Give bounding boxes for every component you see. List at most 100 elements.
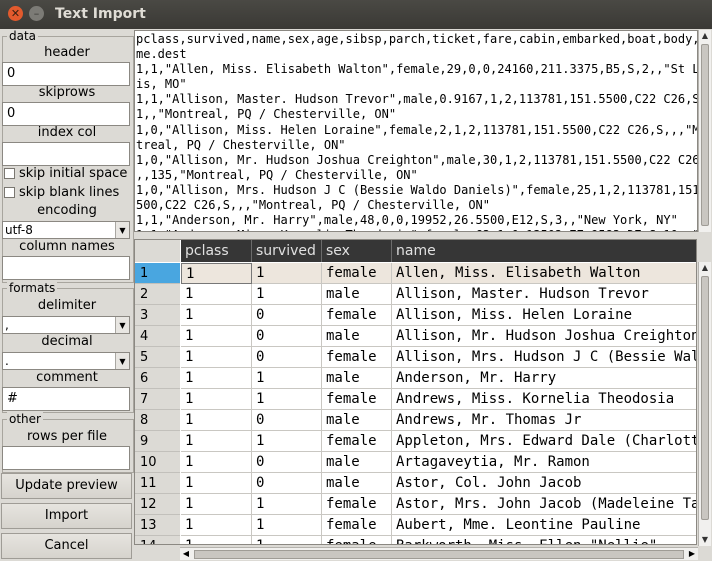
table-cell-survived[interactable]: 1 — [252, 494, 322, 515]
row-header[interactable]: 6 — [135, 368, 180, 389]
table-cell-pclass[interactable]: 1 — [181, 389, 252, 410]
scroll-thumb[interactable] — [194, 550, 684, 559]
table-cell-pclass[interactable]: 1 — [181, 515, 252, 536]
table-cell-sex[interactable]: male — [322, 326, 392, 347]
row-header[interactable]: 4 — [135, 326, 180, 347]
table-cell-sex[interactable]: male — [322, 452, 392, 473]
checkbox-box[interactable] — [4, 168, 15, 179]
row-header[interactable]: 3 — [135, 305, 180, 326]
table-cell-survived[interactable]: 0 — [252, 452, 322, 473]
table-row[interactable]: 1 0 male Andrews, Mr. Thomas Jr — [181, 410, 696, 431]
table-cell-name[interactable]: Barkworth, Miss. Ellen "Nellie" — [392, 536, 696, 544]
table-cell-sex[interactable]: male — [322, 284, 392, 305]
table-cell-name[interactable]: Anderson, Mr. Harry — [392, 368, 696, 389]
chevron-down-icon[interactable]: ▼ — [115, 353, 129, 369]
table-row[interactable]: 1 1 female Appleton, Mrs. Edward Dale (Char… — [181, 431, 696, 452]
table-cell-name[interactable]: Astor, Mrs. John Jacob (Madeleine Talm — [392, 494, 696, 515]
table-cell-name[interactable]: Appleton, Mrs. Edward Dale (Charlotte — [392, 431, 696, 452]
index-col-field[interactable] — [2, 142, 130, 166]
row-header[interactable]: 8 — [135, 410, 180, 431]
row-header[interactable]: 14 — [135, 536, 180, 544]
table-row[interactable]: 1 1 female Andrews, Miss. Kornelia Theodosi… — [181, 389, 696, 410]
table-cell-name[interactable]: Aubert, Mme. Leontine Pauline — [392, 515, 696, 536]
table-cell-survived[interactable]: 1 — [252, 263, 322, 284]
encoding-select[interactable]: utf-8 ▼ — [2, 221, 130, 239]
cancel-button[interactable]: Cancel — [1, 533, 132, 559]
scroll-thumb[interactable] — [701, 276, 709, 520]
table-cell-name[interactable]: Allison, Mr. Hudson Joshua Creighton — [392, 326, 696, 347]
row-header[interactable]: 9 — [135, 431, 180, 452]
table-cell-name[interactable]: Andrews, Mr. Thomas Jr — [392, 410, 696, 431]
row-header[interactable]: 7 — [135, 389, 180, 410]
table-row[interactable]: 1 1 male Allison, Master. Hudson Trevor — [181, 284, 696, 305]
row-header[interactable]: 1 — [135, 263, 180, 284]
table-row[interactable]: 1 0 male Allison, Mr. Hudson Joshua Creight… — [181, 326, 696, 347]
delimiter-select[interactable]: , ▼ — [2, 316, 130, 334]
table-cell-sex[interactable]: female — [322, 431, 392, 452]
table-cell-name[interactable]: Allison, Miss. Helen Loraine — [392, 305, 696, 326]
update-preview-button[interactable]: Update preview — [1, 473, 132, 499]
table-cell-sex[interactable]: male — [322, 368, 392, 389]
table-cell-survived[interactable]: 1 — [252, 536, 322, 544]
raw-text-preview[interactable]: pclass,survived,name,sex,age,sibsp,parch… — [134, 30, 698, 232]
table-cell-pclass[interactable]: 1 — [181, 431, 252, 452]
table-cell-survived[interactable]: 0 — [252, 326, 322, 347]
table-cell-pclass[interactable]: 1 — [181, 410, 252, 431]
table-cell-pclass[interactable]: 1 — [181, 473, 252, 494]
table-cell-pclass[interactable]: 1 — [181, 536, 252, 544]
scroll-up-icon[interactable]: ▲ — [699, 262, 711, 274]
row-header[interactable]: 12 — [135, 494, 180, 515]
table-row[interactable]: 1 0 female Allison, Miss. Helen Loraine — [181, 305, 696, 326]
table-row[interactable]: 1 1 female Allen, Miss. Elisabeth Walton — [181, 263, 696, 284]
column-header-sex[interactable]: sex — [322, 240, 392, 262]
row-header[interactable]: 11 — [135, 473, 180, 494]
row-header[interactable]: 10 — [135, 452, 180, 473]
scroll-right-icon[interactable]: ▶ — [686, 548, 698, 560]
table-cell-survived[interactable]: 1 — [252, 389, 322, 410]
table-cell-name[interactable]: Artagaveytia, Mr. Ramon — [392, 452, 696, 473]
table-cell-sex[interactable]: female — [322, 347, 392, 368]
table-cell-pclass[interactable]: 1 — [181, 305, 252, 326]
rows-per-file-field[interactable] — [2, 446, 130, 470]
table-hscrollbar[interactable]: ◀ ▶ — [180, 547, 698, 560]
table-cell-survived[interactable]: 0 — [252, 473, 322, 494]
row-header[interactable]: 5 — [135, 347, 180, 368]
import-button[interactable]: Import — [1, 503, 132, 529]
table-cell-sex[interactable]: female — [322, 389, 392, 410]
table-cell-name[interactable]: Astor, Col. John Jacob — [392, 473, 696, 494]
table-cell-pclass[interactable]: 1 — [181, 452, 252, 473]
table-cell-sex[interactable]: female — [322, 263, 392, 284]
column-header-pclass[interactable]: pclass — [181, 240, 252, 262]
table-cell-pclass[interactable]: 1 — [181, 284, 252, 305]
scroll-down-icon[interactable]: ▼ — [699, 534, 711, 546]
table-row[interactable]: 1 1 male Anderson, Mr. Harry — [181, 368, 696, 389]
table-cell-survived[interactable]: 0 — [252, 410, 322, 431]
preview-scrollbar[interactable]: ▲ — [698, 30, 711, 232]
table-row[interactable]: 1 0 male Astor, Col. John Jacob — [181, 473, 696, 494]
table-cell-sex[interactable]: female — [322, 515, 392, 536]
data-table[interactable]: pclass survived sex name 1 1 1 female Allen, Mis… — [134, 239, 697, 545]
table-cell-name[interactable]: Allison, Mrs. Hudson J C (Bessie Waldo — [392, 347, 696, 368]
header-field[interactable]: 0 — [2, 62, 130, 86]
table-cell-name[interactable]: Allen, Miss. Elisabeth Walton — [392, 263, 696, 284]
row-header[interactable]: 2 — [135, 284, 180, 305]
table-cell-pclass[interactable]: 1 — [181, 263, 252, 284]
skiprows-field[interactable]: 0 — [2, 102, 130, 126]
table-cell-sex[interactable]: male — [322, 473, 392, 494]
table-row[interactable]: 1 0 female Allison, Mrs. Hudson J C (Bessie… — [181, 347, 696, 368]
table-row[interactable]: 1 1 female Aubert, Mme. Leontine Pauline — [181, 515, 696, 536]
table-row[interactable]: 1 0 male Artagaveytia, Mr. Ramon — [181, 452, 696, 473]
table-row[interactable]: 1 1 female Astor, Mrs. John Jacob (Madelein… — [181, 494, 696, 515]
decimal-select[interactable]: . ▼ — [2, 352, 130, 370]
row-header[interactable]: 13 — [135, 515, 180, 536]
skip-blank-lines-checkbox[interactable]: skip blank lines — [4, 185, 119, 200]
title-bar[interactable]: ✕ – Text Import — [0, 0, 712, 29]
column-header-survived[interactable]: survived — [252, 240, 322, 262]
chevron-down-icon[interactable]: ▼ — [115, 317, 129, 333]
table-row[interactable]: 11femaleBarkworth, Miss. Ellen "Nellie" — [181, 536, 696, 544]
table-scrollbar[interactable]: ▲ ▼ — [698, 262, 711, 546]
column-header-name[interactable]: name — [392, 240, 696, 262]
table-cell-pclass[interactable]: 1 — [181, 494, 252, 515]
minimize-icon[interactable]: – — [29, 6, 44, 21]
column-names-field[interactable] — [2, 256, 130, 280]
